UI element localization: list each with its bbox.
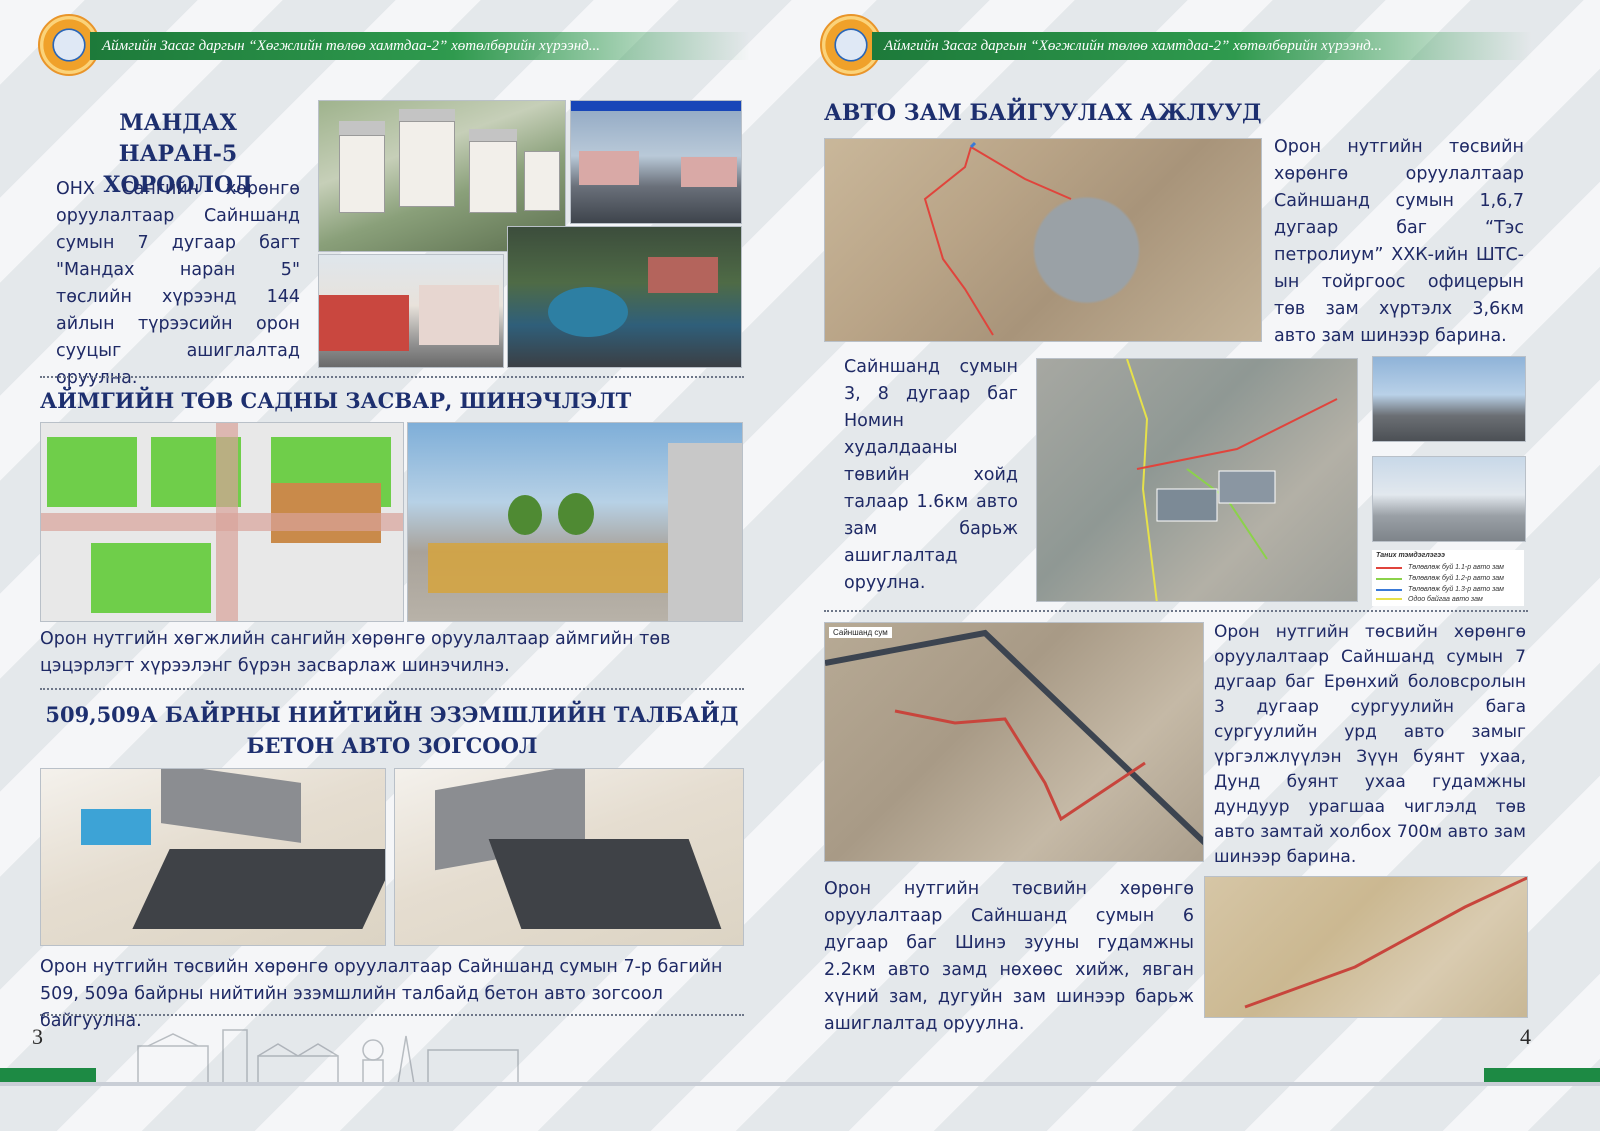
section-text-mandakh: ОНХ Сангийн хөрөнгө оруулалтаар Сайншанд… (56, 179, 300, 388)
left-header: Аймгийн Засаг даргын “Хөгжлийн төлөө хам… (38, 14, 758, 76)
page-number-left: 3 (32, 1024, 43, 1049)
satellite-map-road-2 (1036, 358, 1358, 602)
footer-accent-right (1484, 1068, 1600, 1082)
map-legend: Таних тэмдэглэгээ Төлөвлөж буй 1.1-р авт… (1372, 550, 1524, 606)
divider-right-1 (824, 610, 1528, 612)
street-view-render (570, 100, 742, 224)
legend-item: Одоо байгаа авто зам (1376, 595, 1520, 603)
satellite-map-road-1 (824, 138, 1262, 342)
kindergarten-render (318, 254, 504, 368)
right-header: Аймгийн Засаг даргын “Хөгжлийн төлөө хам… (820, 14, 1540, 76)
section-title-parking-1: 509,509А БАЙРНЫ НИЙТИЙН ЭЗЭМШЛИЙН ТАЛБАЙ… (45, 702, 739, 727)
road-photo-1 (1372, 356, 1526, 442)
parking-lot-render-2 (394, 768, 744, 946)
road-4-text: Орон нутгийн төсвийн хөрөнгө оруулалтаар… (824, 879, 1194, 1034)
legend-item: Төлөвлөж буй 1.1-р авто зам (1376, 562, 1520, 573)
parking-lot-render-1 (40, 768, 386, 946)
playground-render (507, 226, 742, 368)
header-caption: Аймгийн Засаг даргын “Хөгжлийн төлөө хам… (872, 32, 1532, 60)
satellite-map-road-4 (1204, 876, 1528, 1018)
legend-title: Таних тэмдэглэгээ (1376, 552, 1446, 559)
city-skyline-icon (137, 1029, 519, 1084)
road-1-text: Орон нутгийн төсвийн хөрөнгө оруулалтаар… (1274, 137, 1524, 346)
satellite-map-road-3: Сайншанд сум (824, 622, 1204, 862)
brochure-spread: Аймгийн Засаг даргын “Хөгжлийн төлөө хам… (0, 0, 1600, 1131)
page-number-right: 4 (1520, 1024, 1531, 1049)
legend-item: Төлөвлөж буй 1.3-р авто зам (1376, 584, 1520, 595)
legend-item: Төлөвлөж буй 1.2-р авто зам (1376, 573, 1520, 584)
right-page: Аймгийн Засаг даргын “Хөгжлийн төлөө хам… (800, 0, 1600, 1131)
section-text-park: Орон нутгийн хөгжлийн сангийн хөрөнгө ор… (40, 629, 671, 676)
footer-rule (0, 1082, 1600, 1086)
section-title-park: АЙМГИЙН ТӨВ САДНЫ ЗАСВАР, ШИНЭЧЛЭЛТ (40, 388, 632, 413)
park-perspective-render (407, 422, 743, 622)
road-3-text: Орон нутгийн төсвийн хөрөнгө оруулалтаар… (1214, 622, 1526, 867)
section-title-roads: АВТО ЗАМ БАЙГУУЛАХ АЖЛУУД (824, 100, 1262, 126)
map-label: Сайншанд сум (829, 627, 892, 638)
road-2-text: Сайншанд сумын 3, 8 дугаар баг Номин худ… (844, 357, 1018, 593)
header-caption: Аймгийн Засаг даргын “Хөгжлийн төлөө хам… (90, 32, 750, 60)
divider-1 (40, 376, 744, 378)
footer-accent-left (0, 1068, 96, 1082)
left-page: Аймгийн Засаг даргын “Хөгжлийн төлөө хам… (0, 0, 800, 1131)
section-title-parking-2: БЕТОН АВТО ЗОГСООЛ (246, 733, 538, 758)
park-plan-render (40, 422, 404, 622)
road-photo-2 (1372, 456, 1526, 542)
divider-2 (40, 688, 744, 690)
